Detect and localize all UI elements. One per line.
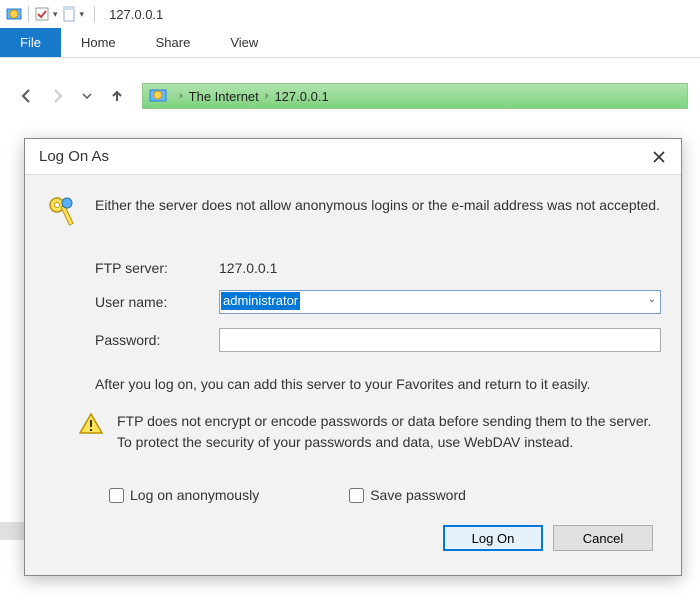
chevron-right-icon: › — [179, 90, 183, 102]
dialog-title: Log On As — [39, 148, 109, 165]
username-input[interactable] — [219, 290, 661, 314]
dialog-titlebar: Log On As — [25, 139, 681, 175]
save-password-checkbox[interactable]: Save password — [349, 487, 466, 503]
username-field[interactable]: administrator ⌄ — [219, 290, 661, 314]
message-top: Either the server does not allow anonymo… — [95, 195, 661, 216]
window-titlebar: ▾ ▾ 127.0.0.1 — [0, 0, 700, 28]
up-button[interactable] — [106, 85, 128, 107]
breadcrumb-root[interactable]: The Internet — [189, 89, 259, 104]
qat-doc-icon[interactable] — [62, 6, 76, 22]
anonymous-checkbox[interactable]: Log on anonymously — [109, 487, 259, 503]
qat-checkbox-icon[interactable] — [35, 7, 49, 21]
cancel-button[interactable]: Cancel — [553, 525, 653, 551]
navigation-bar: › The Internet › 127.0.0.1 — [0, 76, 700, 116]
server-label: FTP server: — [95, 260, 205, 276]
warning-icon — [79, 413, 103, 438]
back-button[interactable] — [16, 85, 38, 107]
close-button[interactable] — [647, 145, 671, 169]
chevron-right-icon: › — [265, 90, 269, 102]
save-password-checkbox-input[interactable] — [349, 488, 364, 503]
dialog-logon: Log On As Either the server does not all… — [24, 138, 682, 576]
app-icon — [6, 6, 22, 22]
anonymous-checkbox-label: Log on anonymously — [130, 487, 259, 503]
tab-file[interactable]: File — [0, 28, 61, 57]
username-label: User name: — [95, 294, 205, 310]
forward-button[interactable] — [46, 85, 68, 107]
message-after-logon: After you log on, you can add this serve… — [95, 374, 661, 395]
server-value: 127.0.0.1 — [219, 260, 661, 276]
chevron-down-icon[interactable]: ▾ — [53, 9, 58, 20]
logon-button[interactable]: Log On — [443, 525, 543, 551]
keys-icon — [45, 195, 81, 238]
window-title: 127.0.0.1 — [109, 7, 163, 22]
location-icon — [149, 86, 167, 107]
breadcrumb-current[interactable]: 127.0.0.1 — [274, 89, 328, 104]
separator — [28, 6, 29, 22]
ribbon-tabs: File Home Share View — [0, 28, 700, 58]
qat-overflow-icon[interactable]: ▾ — [80, 9, 85, 20]
recent-locations-button[interactable] — [76, 85, 98, 107]
separator — [94, 6, 95, 22]
tab-share[interactable]: Share — [136, 28, 211, 57]
anonymous-checkbox-input[interactable] — [109, 488, 124, 503]
message-warning: FTP does not encrypt or encode passwords… — [117, 411, 661, 453]
password-input[interactable] — [219, 328, 661, 352]
tab-view[interactable]: View — [210, 28, 278, 57]
tab-home[interactable]: Home — [61, 28, 136, 57]
password-label: Password: — [95, 332, 205, 348]
save-password-checkbox-label: Save password — [370, 487, 466, 503]
address-bar[interactable]: › The Internet › 127.0.0.1 — [142, 83, 688, 109]
